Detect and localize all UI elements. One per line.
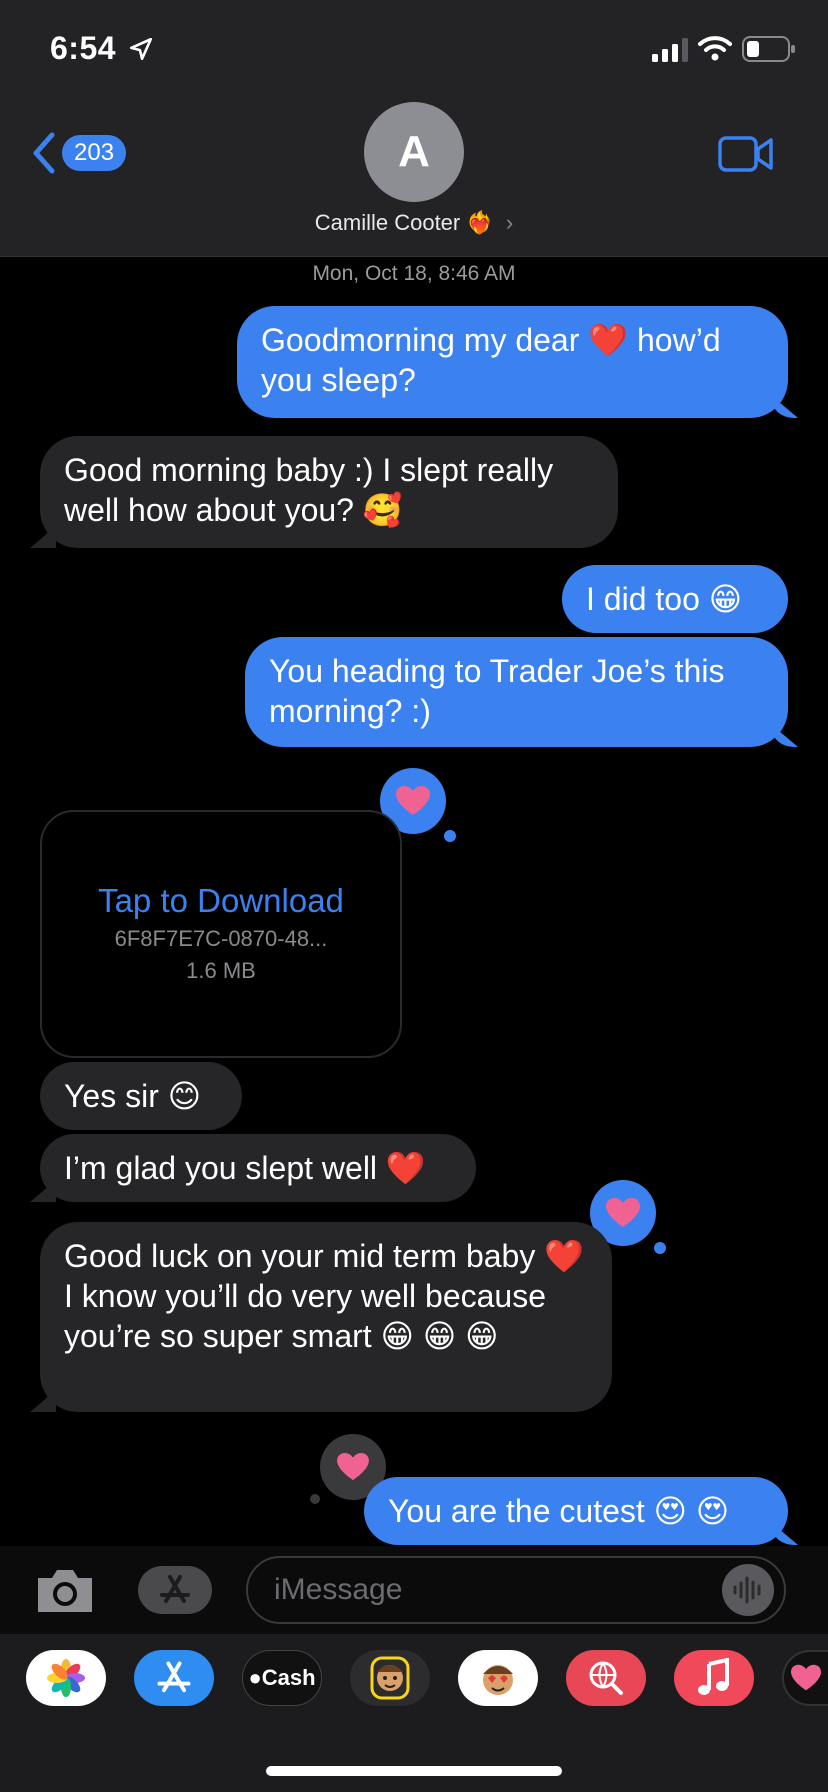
wifi-icon: [698, 36, 732, 61]
attachment-download-card[interactable]: Tap to Download 6F8F7E7C-0870-48... 1.6 …: [40, 810, 402, 1058]
web-search-app-button[interactable]: [566, 1650, 646, 1706]
cellular-signal-icon: [652, 38, 688, 62]
message-text: Good luck on your mid term baby ❤️ I kno…: [64, 1238, 585, 1354]
tapback-tail: [444, 830, 456, 842]
heart-icon: [606, 1198, 640, 1227]
message-bubble-incoming[interactable]: Yes sir 😊: [40, 1062, 242, 1130]
heart-icon: [337, 1453, 369, 1481]
music-app-button[interactable]: [674, 1650, 754, 1706]
memoji-sticker-icon: [483, 1665, 513, 1695]
globe-search-icon: [589, 1661, 623, 1695]
tapback-tail: [654, 1242, 666, 1254]
message-bubble-incoming[interactable]: I’m glad you slept well ❤️: [40, 1134, 476, 1202]
message-text: I did too 😁: [586, 581, 743, 617]
location-arrow-icon: [129, 37, 153, 61]
chevron-right-icon: ›: [505, 210, 514, 235]
contact-emoji: ❤️‍🔥: [466, 211, 494, 236]
photos-icon: [47, 1659, 85, 1697]
tapback-tail: [310, 1494, 320, 1504]
message-text: You heading to Trader Joe’s this morning…: [269, 653, 725, 729]
app-store-icon: [157, 1661, 191, 1693]
apple-cash-app-button[interactable]: ●Cash: [242, 1650, 322, 1706]
memoji-app-button[interactable]: [350, 1650, 430, 1706]
message-bubble-outgoing[interactable]: I did too 😁: [562, 565, 788, 633]
unread-count-badge: 203: [62, 135, 127, 171]
imessage-input[interactable]: [246, 1556, 786, 1624]
contact-name: Camille Cooter: [314, 210, 461, 235]
conversation-timestamp: Mon, Oct 18, 8:46 AM: [312, 262, 516, 285]
back-button[interactable]: 203: [30, 128, 140, 178]
music-note-icon: [698, 1658, 729, 1695]
app-store-drawer-button[interactable]: [138, 1566, 212, 1614]
attachment-size: 1.6 MB: [186, 958, 256, 983]
message-text: You are the cutest 😍 😍: [388, 1493, 730, 1529]
message-bubble-outgoing[interactable]: You heading to Trader Joe’s this morning…: [245, 637, 788, 747]
status-time: 6:54: [50, 30, 117, 66]
attachment-filename: 6F8F7E7C-0870-48...: [114, 926, 328, 951]
message-text: Goodmorning my dear ❤️ how’d you sleep?: [261, 322, 721, 398]
message-text: I’m glad you slept well ❤️: [64, 1150, 426, 1186]
battery-icon: [742, 36, 795, 62]
photos-app-button[interactable]: [26, 1650, 106, 1706]
cash-label: ●Cash: [248, 1665, 316, 1690]
message-bubble-outgoing[interactable]: Goodmorning my dear ❤️ how’d you sleep?: [237, 306, 788, 418]
heart-icon: [791, 1664, 821, 1691]
heart-icon: [396, 786, 430, 815]
message-bubble-incoming[interactable]: Good morning baby :) I slept really well…: [40, 436, 618, 548]
app-store-icon: [160, 1575, 190, 1603]
app-store-app-button[interactable]: [134, 1650, 214, 1706]
apple-logo-icon: ●: [248, 1665, 262, 1690]
chevron-left-icon: [33, 132, 55, 174]
message-text: Good morning baby :) I slept really well…: [64, 452, 554, 528]
audio-message-button[interactable]: [722, 1564, 774, 1616]
facetime-video-icon[interactable]: [718, 134, 774, 174]
tap-to-download-link[interactable]: Tap to Download: [42, 882, 400, 920]
home-indicator[interactable]: [266, 1766, 562, 1776]
contact-name-button[interactable]: Camille Cooter ❤️‍🔥 ›: [0, 210, 828, 236]
message-text: Yes sir 😊: [64, 1078, 202, 1114]
waveform-icon: [733, 1576, 761, 1604]
memoji-face-icon: [370, 1656, 410, 1700]
message-bubble-incoming[interactable]: Good luck on your mid term baby ❤️ I kno…: [40, 1222, 612, 1412]
contact-avatar[interactable]: A: [364, 102, 464, 202]
memoji-stickers-app-button[interactable]: [458, 1650, 538, 1706]
camera-icon[interactable]: [34, 1566, 96, 1616]
message-bubble-outgoing[interactable]: You are the cutest 😍 😍: [364, 1477, 788, 1545]
